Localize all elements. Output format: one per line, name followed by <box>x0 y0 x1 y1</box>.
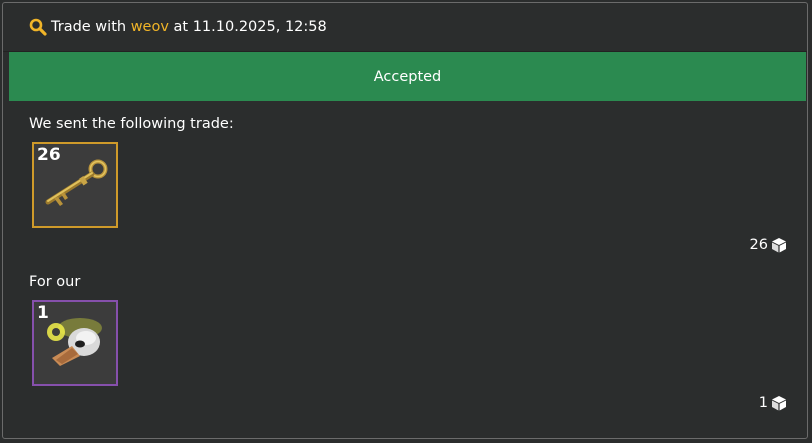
trade-timestamp: at 11.10.2025, 12:58 <box>173 19 327 35</box>
unusual-hat-item-quantity: 1 <box>37 303 49 323</box>
header-prefix: Trade with <box>51 19 127 35</box>
unusual-hat-item[interactable]: 1 <box>32 300 118 386</box>
search-icon <box>29 18 47 36</box>
trade-panel: Trade with weov at 11.10.2025, 12:58 Acc… <box>2 2 808 439</box>
sent-total-count: 26 <box>749 237 768 253</box>
cube-icon <box>772 238 786 253</box>
key-item[interactable]: 26 <box>32 142 118 228</box>
received-section-label: For our <box>29 274 81 290</box>
cube-icon <box>772 396 786 411</box>
trade-header: Trade with weov at 11.10.2025, 12:58 <box>3 3 807 52</box>
received-total-count: 1 <box>758 395 768 411</box>
sent-total: 26 <box>750 237 787 253</box>
sent-section-label: We sent the following trade: <box>29 116 234 132</box>
status-label: Accepted <box>373 68 442 85</box>
status-banner: Accepted <box>9 52 806 101</box>
partner-name-link[interactable]: weov <box>131 19 169 35</box>
key-item-quantity: 26 <box>37 145 61 165</box>
received-total: 1 <box>759 395 787 411</box>
